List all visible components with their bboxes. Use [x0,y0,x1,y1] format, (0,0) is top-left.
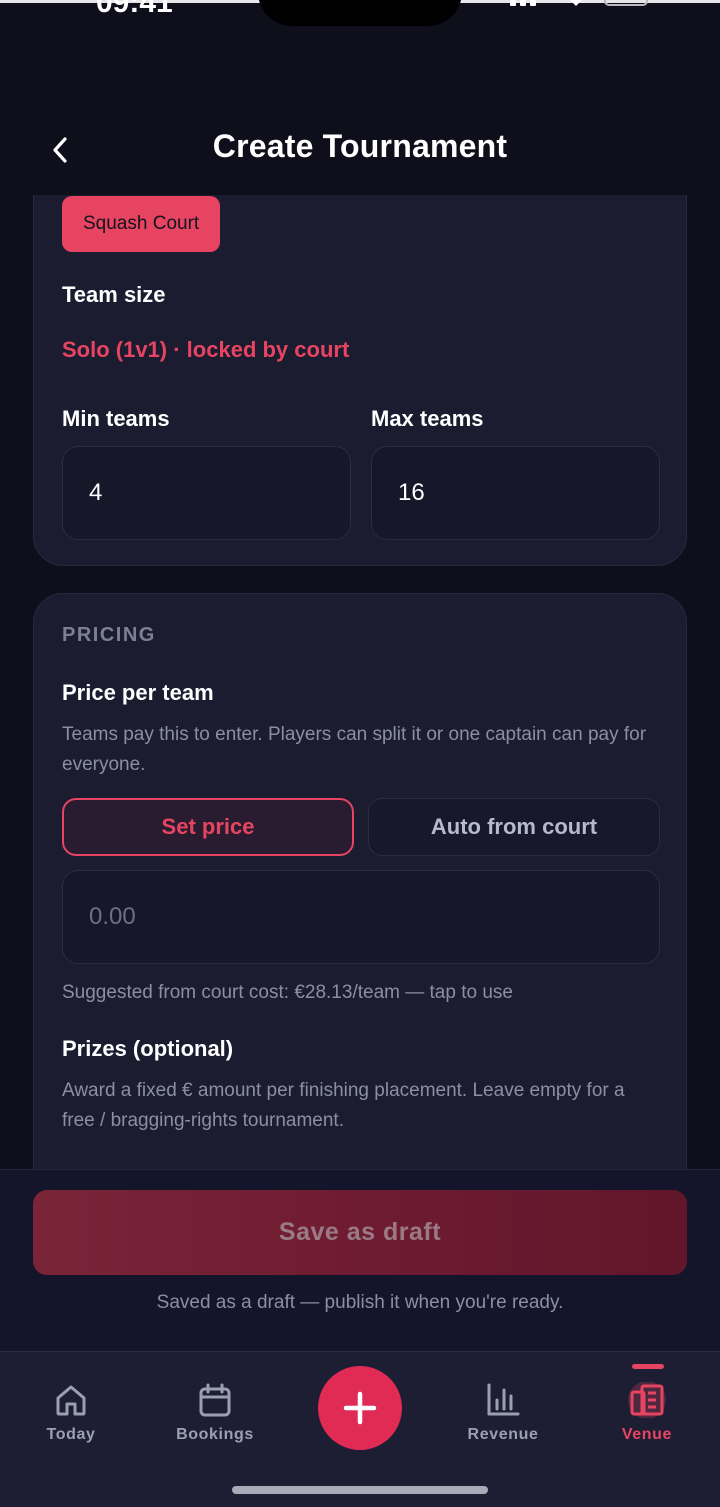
team-size-value: Solo (1v1) · locked by court [62,337,350,362]
wifi-icon [570,0,582,6]
bar-chart-icon [487,1383,520,1416]
tab-today-label: Today [46,1426,96,1443]
court-chip[interactable]: Squash Court [62,196,221,252]
suggested-price-link[interactable]: Suggested from court cost: €28.13/team —… [62,978,513,1008]
add-button[interactable] [318,1366,402,1450]
teams-card: Squash Court Team size Solo (1v1) · lock… [33,195,687,566]
tab-bar: Today Bookings Revenue Venue [0,1351,720,1507]
calendar-icon [199,1383,231,1417]
home-indicator[interactable] [232,1486,488,1494]
status-bar: 09:41 [0,0,720,60]
tab-today[interactable]: Today [16,1382,126,1462]
home-icon [56,1385,86,1416]
draft-note: Saved as a draft — publish it when you'r… [156,1292,564,1313]
tab-venue-label: Venue [621,1426,673,1443]
price-per-team-label: Price per team [62,680,214,705]
action-area: Save as draft Saved as a draft — publish… [0,1169,720,1351]
tab-venue[interactable]: Venue [592,1382,702,1462]
min-teams-label: Min teams [62,406,170,431]
tab-revenue[interactable]: Revenue [448,1382,558,1462]
dynamic-island [258,0,462,26]
header: Create Tournament [0,110,720,190]
price-input[interactable] [62,870,660,964]
auto-from-court-button[interactable]: Auto from court [368,798,660,856]
pricing-section-label: PRICING [62,624,156,646]
min-teams-input[interactable]: 4 [62,446,351,540]
form-scroll-area[interactable]: Squash Court Team size Solo (1v1) · lock… [0,195,720,1169]
battery-icon [604,0,648,6]
tab-bookings[interactable]: Bookings [160,1382,270,1462]
save-as-draft-button[interactable]: Save as draft [33,1190,687,1275]
active-tab-indicator [632,1364,664,1369]
signal-icon [510,0,546,6]
plus-icon [343,1391,377,1425]
pricing-card: PRICING Price per team Teams pay this to… [33,593,687,1169]
max-teams-input[interactable]: 16 [371,446,660,540]
tab-revenue-label: Revenue [467,1426,539,1443]
price-help-text: Teams pay this to enter. Players can spl… [62,724,647,775]
prizes-label: Prizes (optional) [62,1036,234,1061]
team-size-label: Team size [62,282,166,307]
page-title: Create Tournament [212,128,508,164]
set-price-button[interactable]: Set price [62,798,354,856]
prizes-help-text: Award a fixed € amount per finishing pla… [62,1080,625,1131]
building-icon [628,1382,666,1418]
status-time: 09:41 [96,0,173,19]
max-teams-label: Max teams [371,406,484,431]
tab-bookings-label: Bookings [176,1426,254,1443]
